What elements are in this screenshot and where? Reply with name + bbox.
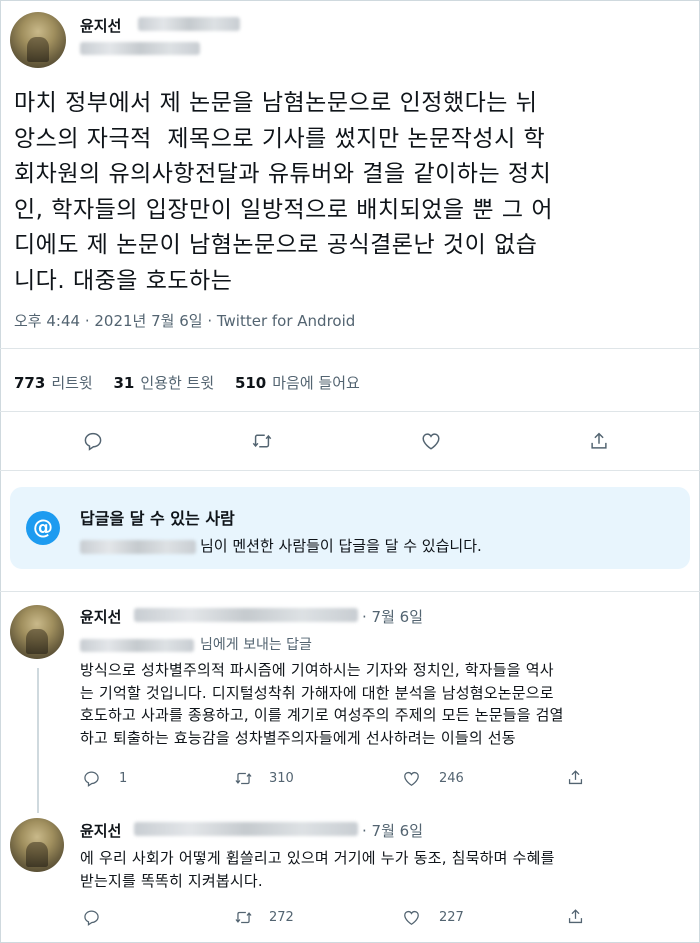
retweet-button[interactable] [251, 430, 273, 452]
replying-to-label: 님에게 보내는 답글 [200, 637, 312, 653]
reply-icon [84, 432, 102, 451]
tweet-stats: 773 리트윗 31 인용한 트윗 510 마음에 들어요 [14, 372, 376, 393]
likes-label: 마음에 들어요 [272, 374, 360, 392]
divider [0, 470, 700, 471]
share-button[interactable] [588, 430, 610, 452]
retweet-icon [252, 434, 272, 448]
share-button[interactable] [566, 768, 585, 787]
tweet-text-line: 니다. 대중을 호도하는 [14, 267, 233, 294]
reply-author-handle-redacted [134, 608, 358, 622]
reply-author-avatar[interactable] [10, 818, 64, 872]
reply-author-handle-redacted [134, 822, 358, 836]
retweet-button[interactable]: 272 [234, 908, 294, 927]
mentioned-user-redacted [80, 539, 196, 554]
tweet-text-line: 회차원의 유의사항전달과 유튜버와 결을 같이하는 정치 [14, 161, 552, 187]
reply-button[interactable] [82, 908, 119, 927]
share-icon [568, 909, 583, 924]
retweet-count: 272 [269, 910, 294, 925]
reply-text-line: 받는지를 똑똑히 지켜봅시다. [80, 871, 263, 890]
reply-button[interactable]: 1 [82, 769, 127, 788]
reply-icon [84, 771, 99, 787]
tweet-text: 마치 정부에서 제 논문을 남혐논문으로 인정했다는 뉘 앙스의 자극적 제목으… [14, 86, 690, 299]
reply-text-line: 방식으로 성차별주의적 파시즘에 기여하시는 기자와 정치인, 학자들을 역사 [80, 661, 554, 679]
divider [0, 411, 700, 412]
author-name[interactable]: 윤지선 [80, 15, 121, 36]
reply-time[interactable]: · 7월 6일 [362, 606, 423, 627]
likes-count: 510 [234, 374, 267, 392]
heart-icon [404, 771, 419, 786]
divider [0, 348, 700, 349]
thread-connector-line [37, 668, 39, 813]
tweet-text-line: 인, 학자들의 입장만이 일방적으로 배치되었을 뿐 그 어 [14, 196, 554, 223]
share-icon [568, 770, 583, 785]
retweet-icon [235, 772, 252, 785]
reply-count: 1 [119, 771, 128, 786]
reply-author-avatar[interactable] [10, 605, 64, 659]
retweet-count: 310 [269, 771, 294, 786]
reply-text-line: 호도하고 사과를 종용하고, 이를 계기로 여성주의 주제의 모든 논문들을 검… [80, 706, 564, 724]
like-button[interactable]: 227 [402, 908, 464, 927]
heart-icon [422, 433, 440, 450]
author-handle-redacted [80, 42, 200, 55]
replying-to: 님에게 보내는 답글 [80, 634, 312, 654]
share-icon [591, 432, 607, 449]
quotes-stat[interactable]: 31 인용한 트윗 [114, 374, 215, 392]
share-button[interactable] [566, 907, 585, 926]
quotes-label: 인용한 트윗 [140, 374, 215, 392]
like-button[interactable]: 246 [402, 769, 464, 788]
reply-author-name[interactable]: 윤지선 [80, 820, 121, 841]
notice-title: 답글을 달 수 있는 사람 [80, 509, 235, 528]
like-button[interactable] [420, 430, 442, 452]
divider [0, 591, 700, 592]
retweets-count: 773 [14, 374, 46, 392]
retweet-icon [235, 911, 252, 924]
at-icon: @ [26, 511, 60, 545]
reply-text-line: 하고 퇴출하는 효능감을 성차별주의자들에게 선사하려는 이들의 선동 [80, 728, 516, 747]
who-can-reply-notice: @ 답글을 달 수 있는 사람 님이 멘션한 사람들이 답글을 달 수 있습니다… [10, 487, 690, 569]
author-avatar[interactable] [10, 12, 66, 68]
quotes-count: 31 [113, 374, 135, 392]
reply-text: 방식으로 성차별주의적 파시즘에 기여하시는 기자와 정치인, 학자들을 역사 … [80, 659, 564, 749]
author-display-name-redacted [138, 17, 240, 31]
replying-to-user-redacted[interactable] [80, 638, 194, 652]
likes-stat[interactable]: 510 마음에 들어요 [235, 374, 360, 392]
tweet-timestamp[interactable]: 오후 4:44 · 2021년 7월 6일 · Twitter for Andr… [14, 310, 355, 331]
tweet-text-line: 마치 정부에서 제 논문을 남혐논문으로 인정했다는 뉘 [14, 90, 538, 116]
retweet-button[interactable]: 310 [234, 769, 294, 788]
notice-description-text: 님이 멘션한 사람들이 답글을 달 수 있습니다. [200, 537, 482, 555]
reply-icon [84, 910, 99, 926]
reply-author-name[interactable]: 윤지선 [80, 606, 121, 627]
retweets-stat[interactable]: 773 리트윗 [14, 374, 93, 392]
like-count: 227 [439, 910, 464, 925]
heart-icon [404, 910, 419, 925]
reply-text: 에 우리 사회가 어떻게 휩쓸리고 있으며 거기에 누가 동조, 침묵하며 수혜… [80, 847, 555, 892]
tweet-text-line: 앙스의 자극적 제목으로 기사를 썼지만 논문작성시 학 [14, 125, 546, 152]
reply-text-line: 에 우리 사회가 어떻게 휩쓸리고 있으며 거기에 누가 동조, 침묵하며 수혜… [80, 849, 555, 867]
tweet-text-line: 디에도 제 논문이 남혐논문으로 공식결론난 것이 없습 [14, 232, 538, 258]
like-count: 246 [439, 771, 464, 786]
reply-text-line: 는 기억할 것입니다. 디지털성착취 가해자에 대한 분석을 남성혐오논문으로 [80, 683, 554, 702]
notice-description: 님이 멘션한 사람들이 답글을 달 수 있습니다. [80, 535, 482, 556]
reply-button[interactable] [82, 430, 104, 452]
reply-time[interactable]: · 7월 6일 [362, 820, 423, 841]
retweets-label: 리트윗 [51, 374, 93, 392]
